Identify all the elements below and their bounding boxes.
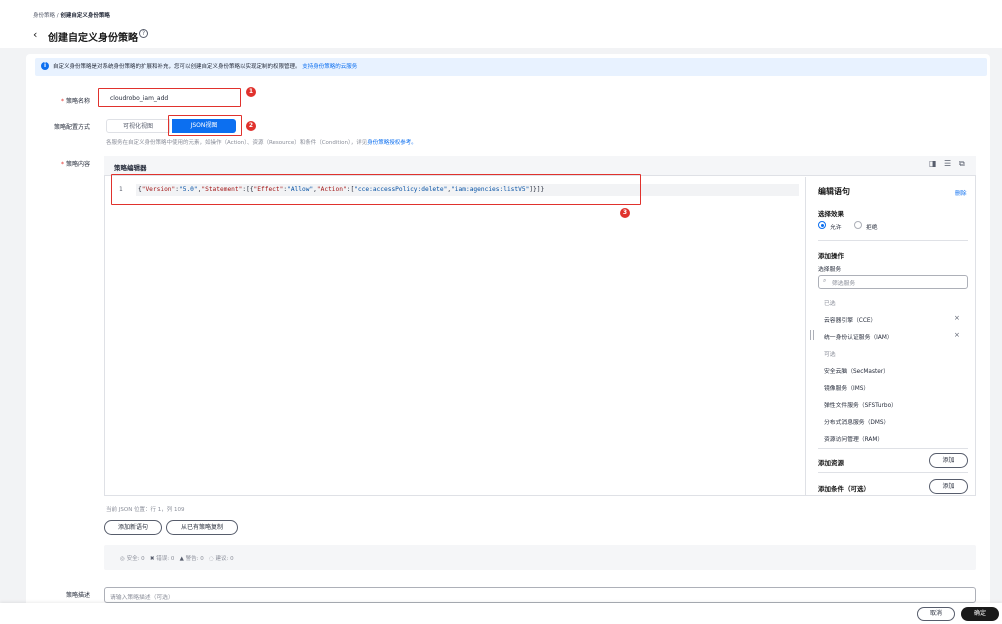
safe-count: 安全: 0 [126,556,145,562]
desc-placeholder: 请输入策略描述（可选） [110,595,174,601]
format-icon[interactable]: ☰ [944,159,951,168]
available-group-label: 可选 [824,352,836,358]
add-resource-label: 添加资源 [818,459,844,467]
visual-view-tab[interactable]: 可视化视图 [106,119,170,133]
validation-stats [104,545,976,570]
copy-icon[interactable]: ⧉ [959,159,965,169]
panel-divider [818,240,968,241]
copy-from-policy-button[interactable]: 从已有策略复制 [166,520,238,535]
selected-group-label: 已选 [824,301,836,307]
mode-label: 策略配置方式 [53,124,90,131]
info-banner-text: 自定义身份策略是对系统身份策略的扩展和补充，您可以创建自定义身份策略以实现定制的… [53,62,357,70]
cancel-button[interactable]: 取消 [917,607,955,621]
add-condition-label: 添加条件（可选） [818,485,870,493]
available-service-item[interactable]: 分布式消息服务（DMS） [824,417,889,426]
page-title: 创建自定义身份策略 [48,33,138,44]
annotation-badge-1: 1 [246,87,256,97]
deny-label: 拒绝 [866,225,878,231]
name-label: * 策略名称 [60,98,90,105]
add-resource-button[interactable]: 添加 [929,453,968,468]
breadcrumb-current: 创建自定义身份策略 [60,13,110,19]
info-text: 自定义身份策略是对系统身份策略的扩展和补充，您可以创建自定义身份策略以实现定制的… [53,64,301,70]
name-label-text: 策略名称 [65,98,90,105]
policy-name-value: cloudrobo_iam_add [110,95,169,102]
allow-label: 允许 [830,225,842,231]
warning-icon: ▲ [179,556,184,562]
info-icon: i [41,62,49,70]
annotation-badge-3: 3 [620,208,630,218]
panel-divider [818,472,968,473]
mode-hint-link[interactable]: 身份策略授权参考。 [367,140,417,146]
allow-radio[interactable] [818,221,826,229]
content-label-text: 策略内容 [65,161,90,168]
selected-service-item[interactable]: 云容器引擎（CCE） [824,315,876,324]
info-link[interactable]: 支持身份策略的云服务 [302,64,357,70]
selected-service-item[interactable]: 统一身份认证服务（IAM） [824,332,893,341]
available-service-item[interactable]: 镜像服务（IMS） [824,383,869,392]
content-label: * 策略内容 [60,161,90,168]
breadcrumb-root[interactable]: 身份策略 [33,13,55,19]
warning-count: 警告: 0 [185,556,204,562]
effect-label: 选择效果 [818,210,844,218]
desc-label: 策略描述 [65,592,90,599]
validation-stats-text: ◎ 安全: 0 ✖ 错误: 0 ▲ 警告: 0 ◌ 建议: 0 [120,554,234,562]
close-icon[interactable]: × [954,331,960,339]
editor-title: 策略编辑器 [114,164,147,172]
add-condition-button[interactable]: 添加 [929,479,968,494]
annotation-box-2 [168,115,242,136]
suggestion-count: 建议: 0 [215,556,234,562]
code-area[interactable] [105,177,805,495]
breadcrumb: 身份策略 / 创建自定义身份策略 [33,11,110,19]
select-service-label: 选择服务 [818,267,842,273]
page-header [0,0,1002,48]
split-view-icon[interactable]: ◨ [929,159,937,168]
mode-hint-text: 各服务在自定义身份策略中使用的元素，如操作（Action）、资源（Resourc… [106,140,368,146]
error-count: 错误: 0 [156,556,175,562]
panel-divider [818,448,968,449]
confirm-button[interactable]: 确定 [961,607,999,621]
add-statement-button[interactable]: 添加新语句 [104,520,162,535]
editor-header [104,156,976,176]
suggestion-icon: ◌ [208,556,214,562]
close-icon[interactable]: × [954,314,960,322]
available-service-item[interactable]: 资源访问管理（RAM） [824,434,883,443]
help-circle-icon[interactable]: ? [139,29,148,38]
available-service-item[interactable]: 弹性文件服务（SFSTurbo） [824,400,897,409]
available-service-item[interactable]: 安全云脑（SecMaster） [824,366,889,375]
footer-bar [0,603,1002,624]
add-action-label: 添加操作 [818,252,844,260]
search-icon: ⌕ [823,278,827,284]
policy-description-input[interactable] [104,587,976,603]
chevron-left-icon[interactable]: ‹ [33,28,37,41]
panel-title: 编辑语句 [818,187,850,196]
annotation-badge-2: 2 [246,121,256,131]
mode-hint: 各服务在自定义身份策略中使用的元素，如操作（Action）、资源（Resourc… [106,138,417,146]
deny-radio[interactable] [854,221,862,229]
safe-icon: ◎ [120,556,125,562]
error-icon: ✖ [149,556,155,562]
delete-statement-link[interactable]: 删除 [955,188,967,197]
service-search-placeholder: 筛选服务 [832,281,856,287]
resize-handle-icon[interactable] [810,330,814,340]
cursor-position-status: 当前 JSON 位置：行 1，列 109 [106,507,185,513]
annotation-box-3 [111,174,641,205]
